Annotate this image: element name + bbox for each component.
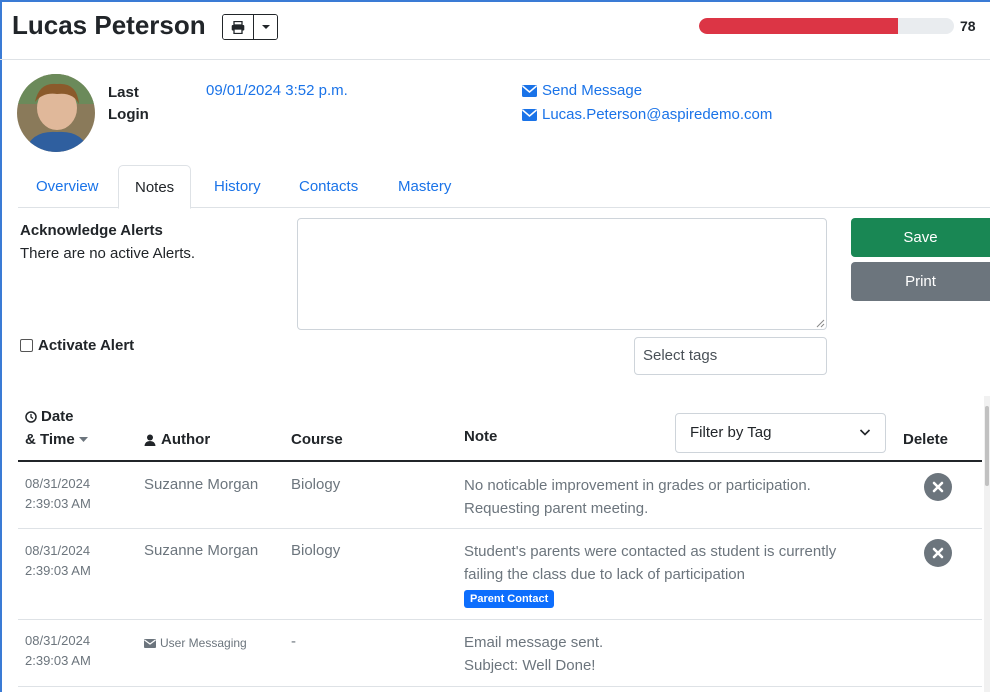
row-date: 08/31/2024 <box>25 543 91 558</box>
date-column-header[interactable]: Date <box>25 408 74 425</box>
time-header-label: & Time <box>25 431 75 448</box>
tab-overview[interactable]: Overview <box>20 165 115 208</box>
email-link[interactable]: Lucas.Peterson@aspiredemo.com <box>522 106 772 123</box>
send-message-link[interactable]: Send Message <box>522 82 642 99</box>
acknowledge-alerts-title: Acknowledge Alerts <box>20 222 163 239</box>
student-name: Lucas Peterson <box>12 10 206 40</box>
print-button-group[interactable] <box>222 14 278 40</box>
tab-bar: Overview Notes History Contacts Mastery <box>18 165 990 209</box>
note-text: Subject: Well Done! <box>464 657 596 674</box>
row-3-note: Email message sent. Subject: Well Done! <box>464 631 874 677</box>
row-2-course: Biology <box>291 542 341 559</box>
envelope-icon <box>522 108 537 121</box>
last-login-label: Last Login <box>108 84 149 123</box>
note-text: failing the class due to lack of partici… <box>464 566 745 583</box>
row-2-author: Suzanne Morgan <box>144 542 259 559</box>
envelope-icon <box>144 638 156 648</box>
scrollbar[interactable] <box>984 396 990 692</box>
save-button[interactable]: Save <box>851 218 990 257</box>
tab-history[interactable]: History <box>198 165 277 208</box>
row-divider <box>18 619 982 620</box>
close-icon <box>932 547 944 559</box>
delete-column-header: Delete <box>903 431 949 448</box>
tag-badge: Parent Contact <box>464 590 555 608</box>
row-1-course: Biology <box>291 476 341 493</box>
activate-alert-label: Activate Alert <box>38 337 135 354</box>
author-column-header: Author <box>144 431 210 448</box>
envelope-icon <box>522 84 537 97</box>
alerts-status-text: There are no active Alerts. <box>20 245 196 262</box>
resize-grip-icon[interactable] <box>815 318 825 328</box>
row-time: 2:39:03 AM <box>25 496 91 511</box>
row-time: 2:39:03 AM <box>25 653 91 668</box>
tab-contacts[interactable]: Contacts <box>283 165 374 208</box>
course-column-header: Course <box>291 431 343 448</box>
note-text: Student's parents were contacted as stud… <box>464 543 837 560</box>
delete-note-button[interactable] <box>924 539 952 567</box>
delete-note-button[interactable] <box>924 473 952 501</box>
print-icon[interactable] <box>223 15 253 39</box>
progress-bar <box>699 18 954 34</box>
note-text: No noticable improvement in grades or pa… <box>464 477 811 494</box>
select-tags-input[interactable]: Select tags <box>634 337 827 375</box>
row-divider <box>18 528 982 529</box>
checkbox-icon[interactable] <box>20 339 33 352</box>
time-column-header[interactable]: & Time <box>25 431 88 448</box>
filter-by-tag-label: Filter by Tag <box>690 424 772 441</box>
row-2-note: Student's parents were contacted as stud… <box>464 540 874 609</box>
chevron-down-icon[interactable] <box>253 15 277 39</box>
clock-icon <box>25 410 37 423</box>
user-icon <box>144 434 156 446</box>
tab-notes[interactable]: Notes <box>118 165 192 209</box>
date-header-label: Date <box>41 408 74 425</box>
row-2-date: 08/31/2024 2:39:03 AM <box>25 541 135 581</box>
scrollbar-thumb[interactable] <box>985 406 989 486</box>
filter-by-tag-select[interactable]: Filter by Tag <box>675 413 886 453</box>
row-3-date: 08/31/2024 2:39:03 AM <box>25 631 135 671</box>
activate-alert-checkbox[interactable]: Activate Alert <box>20 337 134 354</box>
author-name: User Messaging <box>160 636 247 650</box>
page-header: Lucas Peterson 78 <box>0 0 990 60</box>
table-header-divider <box>18 460 982 462</box>
note-textarea[interactable] <box>297 218 827 330</box>
row-3-course: - <box>291 633 296 650</box>
tab-mastery[interactable]: Mastery <box>382 165 467 208</box>
close-icon <box>932 481 944 493</box>
send-message-label: Send Message <box>542 82 643 99</box>
sort-down-icon <box>78 436 88 442</box>
row-date: 08/31/2024 <box>25 633 91 648</box>
avatar <box>17 74 95 152</box>
last-login-value: 09/01/2024 3:52 p.m. <box>206 82 348 99</box>
row-time: 2:39:03 AM <box>25 563 91 578</box>
author-header-label: Author <box>161 431 211 448</box>
note-text: Email message sent. <box>464 634 604 651</box>
row-3-author: User Messaging <box>144 636 247 650</box>
note-text: Requesting parent meeting. <box>464 500 649 517</box>
row-divider <box>18 686 982 687</box>
row-1-author: Suzanne Morgan <box>144 476 259 493</box>
email-address: Lucas.Peterson@aspiredemo.com <box>542 106 773 123</box>
progress-value: 78 <box>960 18 976 34</box>
row-1-date: 08/31/2024 2:39:03 AM <box>25 474 135 514</box>
note-column-header: Note <box>464 428 498 445</box>
row-date: 08/31/2024 <box>25 476 91 491</box>
print-button[interactable]: Print <box>851 262 990 301</box>
row-1-note: No noticable improvement in grades or pa… <box>464 474 874 520</box>
progress-fill <box>699 18 898 34</box>
chevron-down-icon <box>859 429 871 436</box>
